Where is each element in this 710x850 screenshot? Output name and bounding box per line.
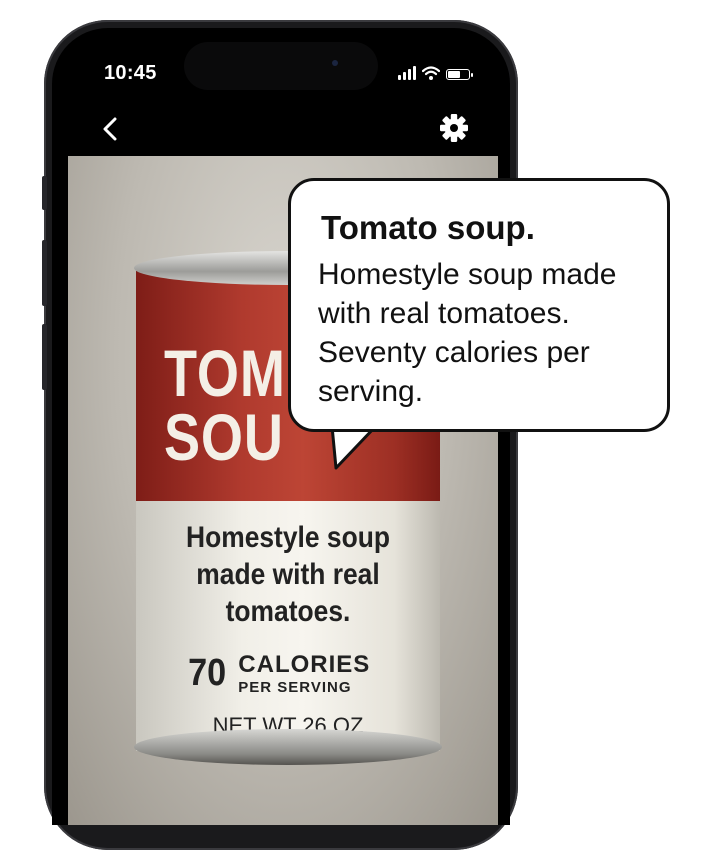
can-desc-line-2: made with real xyxy=(196,558,380,591)
chevron-left-icon xyxy=(103,117,117,141)
signal-icon xyxy=(398,66,416,80)
calories-words: CALORIES PER SERVING xyxy=(238,651,370,696)
back-button[interactable] xyxy=(96,114,126,144)
can-title-line-2: SOU xyxy=(164,400,284,474)
side-button-action xyxy=(42,176,47,210)
settings-button[interactable] xyxy=(438,112,470,144)
can-title-line-1: TOM xyxy=(164,336,286,410)
status-icons xyxy=(398,66,473,80)
can-title-text: TOM SOU xyxy=(164,340,286,470)
per-serving-label: PER SERVING xyxy=(238,679,352,696)
bubble-line-4: serving. xyxy=(318,375,424,408)
battery-icon xyxy=(446,69,473,80)
bubble-line-1: Homestyle soup made xyxy=(318,258,617,291)
can-calories: 70 CALORIES PER SERVING xyxy=(186,651,370,696)
speech-bubble: Tomato soup. Homestyle soup made with re… xyxy=(288,178,670,432)
gear-icon xyxy=(440,114,468,142)
can-desc-line-1: Homestyle soup xyxy=(186,521,390,554)
calories-number: 70 xyxy=(188,652,227,694)
side-button-volume-up xyxy=(42,240,47,306)
calories-label: CALORIES xyxy=(238,651,371,678)
wifi-icon xyxy=(422,66,440,80)
bubble-title: Tomato soup. xyxy=(321,209,535,246)
speech-bubble-tail xyxy=(330,426,378,470)
side-button-volume-down xyxy=(42,324,47,390)
front-camera-icon xyxy=(332,60,338,66)
bubble-line-2: with real tomatoes. xyxy=(318,297,570,330)
bubble-line-3: Seventy calories per xyxy=(318,336,590,369)
can-description: Homestyle soup made with real tomatoes. xyxy=(136,519,440,630)
can-bottom-rim xyxy=(134,729,442,765)
status-time: 10:45 xyxy=(104,62,157,84)
bubble-body: Homestyle soup made with real tomatoes. … xyxy=(318,255,658,411)
can-desc-line-3: tomatoes. xyxy=(225,595,351,628)
dynamic-island xyxy=(184,42,378,90)
